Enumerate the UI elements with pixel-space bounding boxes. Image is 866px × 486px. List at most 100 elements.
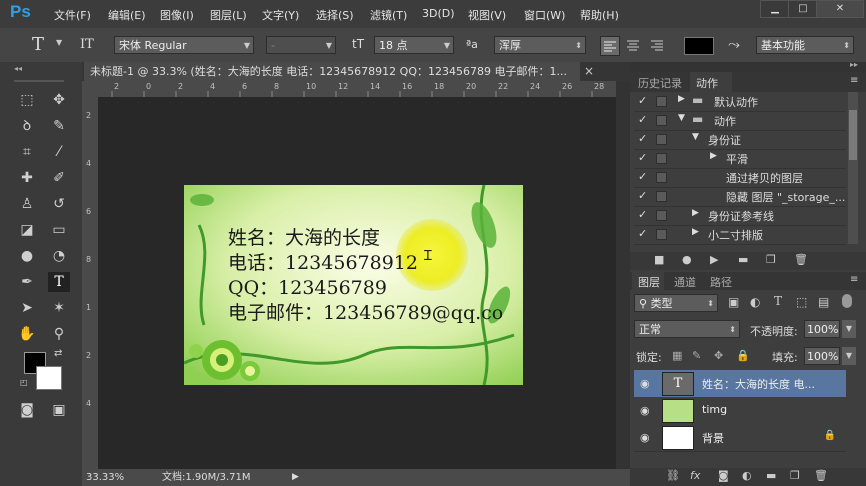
- close-window-button[interactable]: ✕: [816, 0, 864, 18]
- background-color-swatch[interactable]: [36, 366, 62, 390]
- fill-input[interactable]: 100%: [804, 347, 840, 365]
- eyedropper-tool-icon[interactable]: ⁄: [48, 142, 70, 162]
- font-size-select[interactable]: 18 点 ▼: [374, 36, 454, 54]
- business-card-canvas[interactable]: 姓名：大海的长度 电话：12345678912 QQ：123456789 电子邮…: [184, 185, 523, 385]
- tab-actions[interactable]: 动作: [696, 75, 718, 91]
- checkmark-icon[interactable]: ✓: [638, 132, 647, 145]
- font-style-select[interactable]: - ▼: [266, 36, 336, 54]
- menu-layer[interactable]: 图层(L): [210, 7, 247, 23]
- font-family-select[interactable]: 宋体 Regular ▼: [114, 36, 254, 54]
- healing-brush-tool-icon[interactable]: ✚: [16, 168, 38, 188]
- tab-channels[interactable]: 通道: [674, 274, 696, 290]
- swap-colors-icon[interactable]: ⇄: [54, 348, 62, 359]
- panel-menu-icon[interactable]: ≡: [850, 75, 858, 86]
- dialog-toggle[interactable]: [656, 191, 667, 202]
- filter-type-icon[interactable]: T: [774, 294, 782, 308]
- menu-window[interactable]: 窗口(W): [524, 7, 565, 23]
- default-colors-icon[interactable]: ◰: [20, 378, 28, 387]
- layer-row-selected[interactable]: ◉ T 姓名：大海的长度 电...: [634, 370, 846, 398]
- scrollbar-thumb[interactable]: [849, 110, 857, 160]
- fill-slider-arrow[interactable]: ▼: [842, 347, 856, 365]
- status-menu-icon[interactable]: ▶: [292, 469, 299, 486]
- expand-arrow-icon[interactable]: ▶: [692, 208, 699, 218]
- action-row[interactable]: ✓ ▶ 平滑: [634, 149, 846, 169]
- filter-smart-icon[interactable]: ▤: [818, 295, 829, 309]
- collapse-panels-icon[interactable]: ▸▸: [850, 60, 858, 69]
- zoom-tool-icon[interactable]: ⚲: [48, 324, 70, 344]
- path-select-tool-icon[interactable]: ➤: [16, 298, 38, 318]
- menu-help[interactable]: 帮助(H): [580, 7, 619, 23]
- marquee-tool-icon[interactable]: ⬚: [16, 90, 38, 110]
- crop-tool-icon[interactable]: ⌗: [16, 142, 38, 162]
- pen-tool-icon[interactable]: ✒: [16, 272, 38, 292]
- menu-image[interactable]: 图像(I): [160, 7, 194, 23]
- dialog-toggle[interactable]: [656, 115, 667, 126]
- layer-row[interactable]: ◉ timg: [634, 397, 846, 425]
- blend-mode-select[interactable]: 正常 ⬍: [634, 320, 740, 338]
- opacity-slider-arrow[interactable]: ▼: [842, 320, 856, 338]
- lock-pixels-icon[interactable]: ✎: [692, 349, 701, 362]
- checkmark-icon[interactable]: ✓: [638, 208, 647, 221]
- dialog-toggle[interactable]: [656, 153, 667, 164]
- tab-paths[interactable]: 路径: [710, 274, 732, 290]
- canvas-vertical-scrollbar[interactable]: [616, 81, 630, 469]
- workspace-select[interactable]: 基本功能 ⬍: [756, 36, 854, 54]
- menu-view[interactable]: 视图(V): [468, 7, 506, 23]
- lasso-tool-icon[interactable]: ꝺ: [16, 116, 38, 136]
- tab-history[interactable]: 历史记录: [638, 75, 682, 91]
- action-row[interactable]: ✓ ▶ 小二寸排版: [634, 225, 846, 245]
- dodge-tool-icon[interactable]: ◔: [48, 246, 70, 266]
- checkmark-icon[interactable]: ✓: [638, 170, 647, 183]
- menu-file[interactable]: 文件(F): [54, 7, 91, 23]
- brush-tool-icon[interactable]: ✐: [48, 168, 70, 188]
- add-mask-icon[interactable]: ◙: [718, 469, 729, 482]
- layer-filter-select[interactable]: ⚲ 类型 ⬍: [634, 294, 718, 312]
- filter-adjustment-icon[interactable]: ◐: [750, 295, 760, 309]
- warp-text-icon[interactable]: ⤳: [728, 35, 740, 53]
- type-tool-selected-icon[interactable]: T: [48, 272, 70, 292]
- checkmark-icon[interactable]: ✓: [638, 189, 647, 202]
- type-tool-icon[interactable]: T: [32, 34, 44, 55]
- shape-tool-icon[interactable]: ✶: [48, 298, 70, 318]
- text-color-swatch[interactable]: [684, 37, 714, 55]
- new-group-icon[interactable]: ▬: [766, 469, 776, 482]
- action-row[interactable]: ✓ ▼ ▬ 动作: [634, 111, 846, 131]
- dialog-toggle[interactable]: [656, 229, 667, 240]
- stop-icon[interactable]: ■: [654, 253, 664, 266]
- record-icon[interactable]: ●: [682, 253, 692, 266]
- filter-pixel-icon[interactable]: ▣: [728, 295, 739, 309]
- dialog-toggle[interactable]: [656, 210, 667, 221]
- expand-arrow-icon[interactable]: ▶: [678, 94, 685, 104]
- link-layers-icon[interactable]: ⛓: [666, 469, 680, 482]
- action-row[interactable]: ✓ ▼ 身份证: [634, 130, 846, 150]
- opacity-input[interactable]: 100%: [804, 320, 840, 338]
- blur-tool-icon[interactable]: ●: [16, 246, 38, 266]
- zoom-level[interactable]: 33.33%: [86, 469, 124, 486]
- action-row[interactable]: ✓ 通过拷贝的图层: [634, 168, 846, 188]
- quick-select-tool-icon[interactable]: ✎: [48, 116, 70, 136]
- maximize-button[interactable]: □: [788, 0, 818, 18]
- eye-icon[interactable]: ◉: [640, 377, 650, 390]
- lock-position-icon[interactable]: ✥: [714, 349, 723, 362]
- dialog-toggle[interactable]: [656, 96, 667, 107]
- new-layer-icon[interactable]: ❐: [790, 469, 800, 482]
- clone-stamp-tool-icon[interactable]: ♙: [16, 194, 38, 214]
- new-action-icon[interactable]: ❐: [766, 253, 776, 266]
- eye-icon[interactable]: ◉: [640, 404, 650, 417]
- menu-type[interactable]: 文字(Y): [262, 7, 299, 23]
- action-row[interactable]: ✓ ▶ ▬ 默认动作: [634, 92, 846, 112]
- menu-filter[interactable]: 滤镜(T): [370, 7, 407, 23]
- eye-icon[interactable]: ◉: [640, 431, 650, 444]
- tab-layers[interactable]: 图层: [638, 274, 660, 290]
- action-row[interactable]: ✓ 隐藏 图层 "_storage_...: [634, 187, 846, 207]
- ruler-origin[interactable]: [82, 81, 98, 97]
- expand-arrow-icon[interactable]: ▶: [692, 227, 699, 237]
- text-orientation-icon[interactable]: IT: [80, 37, 94, 52]
- menu-select[interactable]: 选择(S): [316, 7, 354, 23]
- quick-mask-icon[interactable]: ◙: [16, 400, 38, 420]
- move-tool-icon[interactable]: ✥: [48, 90, 70, 110]
- anti-alias-select[interactable]: 浑厚 ⬍: [494, 36, 586, 54]
- filter-shape-icon[interactable]: ⬚: [796, 295, 807, 309]
- close-document-button[interactable]: ×: [584, 64, 594, 78]
- actions-scrollbar[interactable]: [848, 92, 858, 244]
